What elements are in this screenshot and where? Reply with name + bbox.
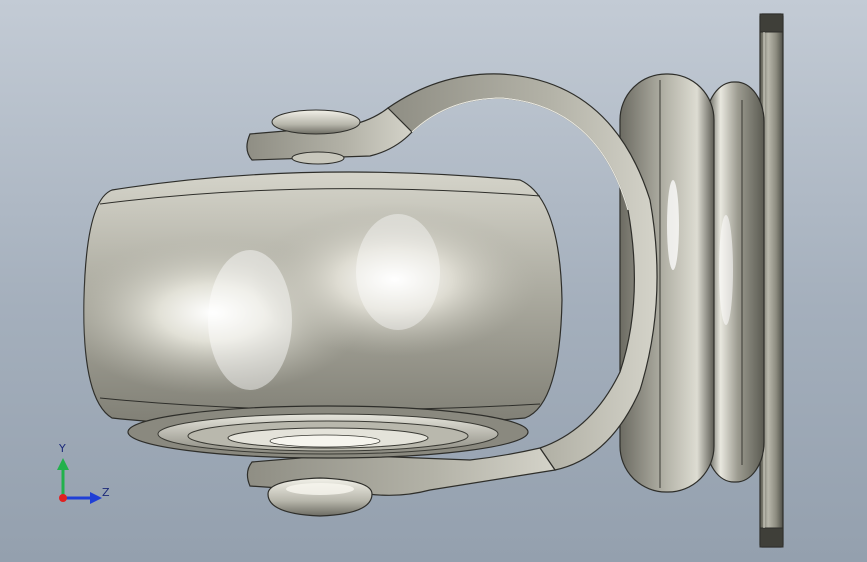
- y-axis-label: Y: [59, 442, 66, 455]
- z-axis-arrowhead: [90, 492, 102, 504]
- axis-triad: Y Z: [50, 438, 120, 508]
- z-axis-label: Z: [102, 486, 110, 499]
- bottom-axle-nut[interactable]: [267, 477, 373, 517]
- 3d-viewport[interactable]: Y Z: [0, 0, 867, 562]
- caster-model[interactable]: [0, 0, 867, 562]
- wheel[interactable]: [83, 171, 563, 429]
- y-axis-arrowhead: [57, 458, 69, 470]
- swivel-bearing[interactable]: [705, 81, 765, 483]
- x-axis-origin: [59, 494, 67, 502]
- wheel-hub[interactable]: [127, 405, 529, 459]
